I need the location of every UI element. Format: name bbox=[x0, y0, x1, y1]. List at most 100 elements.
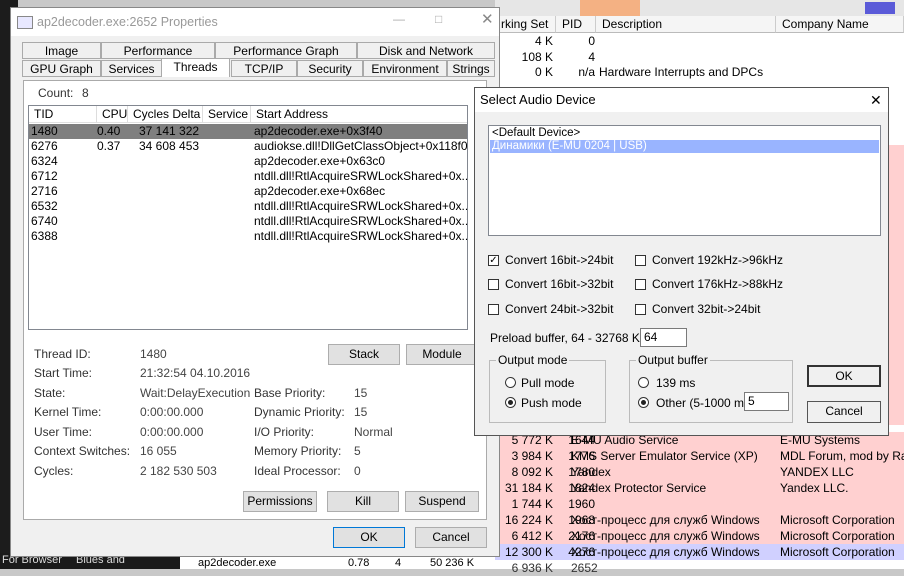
convert-32-24-checkbox[interactable] bbox=[635, 304, 646, 315]
cancel-button[interactable]: Cancel bbox=[415, 527, 487, 548]
process-row-partial[interactable]: 6 936 K 2652 bbox=[495, 560, 904, 576]
count-value: 8 bbox=[82, 86, 89, 100]
kill-button[interactable]: Kill bbox=[327, 491, 399, 512]
detail-label: I/O Priority: bbox=[254, 425, 315, 439]
column-header-cycles-delta[interactable]: Cycles Delta bbox=[128, 106, 203, 123]
detail-label: Context Switches: bbox=[34, 444, 131, 458]
suspend-button[interactable]: Suspend bbox=[405, 491, 479, 512]
close-icon[interactable]: ✕ bbox=[481, 10, 494, 28]
close-icon[interactable]: ✕ bbox=[870, 88, 882, 112]
audio-device-item[interactable]: <Default Device> bbox=[490, 127, 879, 140]
io-priority-value: Normal bbox=[354, 425, 393, 439]
audio-device-list[interactable]: <Default Device> Динамики (E-MU 0204 | U… bbox=[488, 125, 881, 236]
permissions-button[interactable]: Permissions bbox=[243, 491, 317, 512]
convert-24-32-label: Convert 24bit->32bit bbox=[505, 302, 614, 316]
tab-image[interactable]: Image bbox=[22, 42, 101, 59]
thread-row[interactable]: 6324 ap2decoder.exe+0x63c0 bbox=[29, 154, 467, 169]
audio-dialog-titlebar[interactable]: Select Audio Device ✕ bbox=[475, 88, 888, 112]
cycles-value: 2 182 530 503 bbox=[140, 464, 217, 478]
count-label: Count: bbox=[38, 86, 74, 100]
thread-row[interactable]: 6388 ntdll.dll!RtlAcquireSRWLockShared+0… bbox=[29, 229, 467, 244]
thread-row[interactable]: 6712 ntdll.dll!RtlAcquireSRWLockShared+0… bbox=[29, 169, 467, 184]
process-row[interactable]: 12 300 K 4276 Хост-процесс для служб Win… bbox=[495, 544, 904, 560]
push-mode-radio[interactable] bbox=[505, 397, 516, 408]
process-row[interactable]: 3 984 K 1776 KMS Server Emulator Service… bbox=[495, 448, 904, 464]
tab-gpu-graph[interactable]: GPU Graph bbox=[22, 60, 101, 77]
threads-panel: Count: 8 TID CPU Cycles Delta Service St… bbox=[23, 80, 487, 520]
convert-176-88-checkbox[interactable] bbox=[635, 279, 646, 290]
pull-mode-label: Pull mode bbox=[521, 376, 575, 390]
cpu-graph-strip bbox=[580, 0, 640, 16]
convert-192-96-checkbox[interactable] bbox=[635, 255, 646, 266]
tab-performance-graph[interactable]: Performance Graph bbox=[215, 42, 357, 59]
audio-device-item-selected[interactable]: Динамики (E-MU 0204 | USB) bbox=[490, 140, 879, 153]
tab-strings[interactable]: Strings bbox=[447, 60, 495, 77]
column-header-service[interactable]: Service bbox=[203, 106, 251, 123]
thread-row[interactable]: 2716 ap2decoder.exe+0x68ec bbox=[29, 184, 467, 199]
column-header-tid[interactable]: TID bbox=[29, 106, 97, 123]
ok-button[interactable]: OK bbox=[333, 527, 405, 548]
thread-row[interactable]: 1480 0.40 37 141 322 ap2decoder.exe+0x3f… bbox=[29, 124, 467, 139]
thread-row[interactable]: 6532 ntdll.dll!RtlAcquireSRWLockShared+0… bbox=[29, 199, 467, 214]
dynamic-priority-value: 15 bbox=[354, 405, 368, 419]
buffer-other-input[interactable]: 5 bbox=[744, 392, 789, 411]
convert-32-24-label: Convert 32bit->24bit bbox=[652, 302, 761, 316]
memory-priority-value: 5 bbox=[354, 444, 361, 458]
app-icon bbox=[17, 16, 33, 29]
column-header-description[interactable]: Description bbox=[596, 16, 776, 33]
threads-list[interactable]: TID CPU Cycles Delta Service Start Addre… bbox=[28, 105, 468, 330]
tab-performance[interactable]: Performance bbox=[101, 42, 215, 59]
process-row-partial-left: ap2decoder.exe 0.78 4 50 236 K bbox=[180, 557, 495, 569]
audio-ok-button[interactable]: OK bbox=[807, 365, 881, 387]
context-switches-value: 16 055 bbox=[140, 444, 177, 458]
buffer-other-radio[interactable] bbox=[638, 397, 649, 408]
tab-tcp-ip[interactable]: TCP/IP bbox=[231, 60, 297, 77]
toolbar-strip bbox=[495, 0, 904, 17]
properties-titlebar[interactable]: ap2decoder.exe:2652 Properties — □ ✕ bbox=[11, 8, 499, 36]
output-mode-group: Output mode Pull mode Push mode bbox=[489, 353, 606, 423]
column-header-cpu[interactable]: CPU bbox=[97, 106, 128, 123]
tab-services[interactable]: Services bbox=[101, 60, 162, 77]
convert-24-32-checkbox[interactable] bbox=[488, 304, 499, 315]
start-time-value: 21:32:54 04.10.2016 bbox=[140, 366, 251, 380]
thread-row[interactable]: 6740 ntdll.dll!RtlAcquireSRWLockShared+0… bbox=[29, 214, 467, 229]
column-header-start-address[interactable]: Start Address bbox=[251, 106, 467, 123]
convert-16-24-checkbox[interactable]: ✓ bbox=[488, 255, 499, 266]
preload-buffer-input[interactable]: 64 bbox=[640, 328, 687, 347]
detail-label: Cycles: bbox=[34, 464, 74, 478]
user-time-value: 0:00:00.000 bbox=[140, 425, 204, 439]
process-row[interactable]: 0 K n/a Hardware Interrupts and DPCs bbox=[495, 64, 904, 80]
tab-disk-and-network[interactable]: Disk and Network bbox=[357, 42, 495, 59]
module-button[interactable]: Module bbox=[406, 344, 478, 365]
column-header-company[interactable]: Company Name bbox=[776, 16, 904, 33]
detail-label: Start Time: bbox=[34, 366, 93, 380]
process-row[interactable]: 16 224 K 1968 Хост-процесс для служб Win… bbox=[495, 512, 904, 528]
process-row[interactable]: 108 K 4 bbox=[495, 49, 904, 65]
column-header-working-set[interactable]: rking Set bbox=[495, 16, 556, 33]
convert-16-32-checkbox[interactable] bbox=[488, 279, 499, 290]
column-header-pid[interactable]: PID bbox=[556, 16, 596, 33]
tab-environment[interactable]: Environment bbox=[363, 60, 447, 77]
stack-button[interactable]: Stack bbox=[328, 344, 400, 365]
tab-security[interactable]: Security bbox=[297, 60, 363, 77]
memory-graph-strip bbox=[865, 2, 895, 14]
audio-cancel-button[interactable]: Cancel bbox=[807, 401, 881, 423]
thread-row[interactable]: 6276 0.37 34 608 453 audiokse.dll!DllGet… bbox=[29, 139, 467, 154]
maximize-icon[interactable]: □ bbox=[435, 12, 442, 26]
buffer-139ms-radio[interactable] bbox=[638, 377, 649, 388]
minimize-icon[interactable]: — bbox=[393, 12, 405, 26]
process-row[interactable]: 4 K 0 bbox=[495, 33, 904, 49]
output-buffer-group: Output buffer 139 ms Other (5-1000 ms) 5 bbox=[629, 353, 793, 423]
buffer-139ms-label: 139 ms bbox=[656, 376, 696, 390]
process-row[interactable]: 31 184 K 1824 Yandex Protector Service Y… bbox=[495, 480, 904, 496]
state-value: Wait:DelayExecution bbox=[140, 386, 251, 400]
process-row[interactable]: 8 092 K 1780 Yandex YANDEX LLC bbox=[495, 464, 904, 480]
pull-mode-radio[interactable] bbox=[505, 377, 516, 388]
process-row[interactable]: 6 412 K 2176 Хост-процесс для служб Wind… bbox=[495, 528, 904, 544]
ideal-processor-value: 0 bbox=[354, 464, 361, 478]
process-row[interactable]: 1 744 K 1960 bbox=[495, 496, 904, 512]
convert-176-88-label: Convert 176kHz->88kHz bbox=[652, 277, 784, 291]
thread-id-value: 1480 bbox=[140, 347, 167, 361]
convert-192-96-label: Convert 192kHz->96kHz bbox=[652, 253, 784, 267]
tab-threads[interactable]: Threads bbox=[161, 58, 230, 77]
